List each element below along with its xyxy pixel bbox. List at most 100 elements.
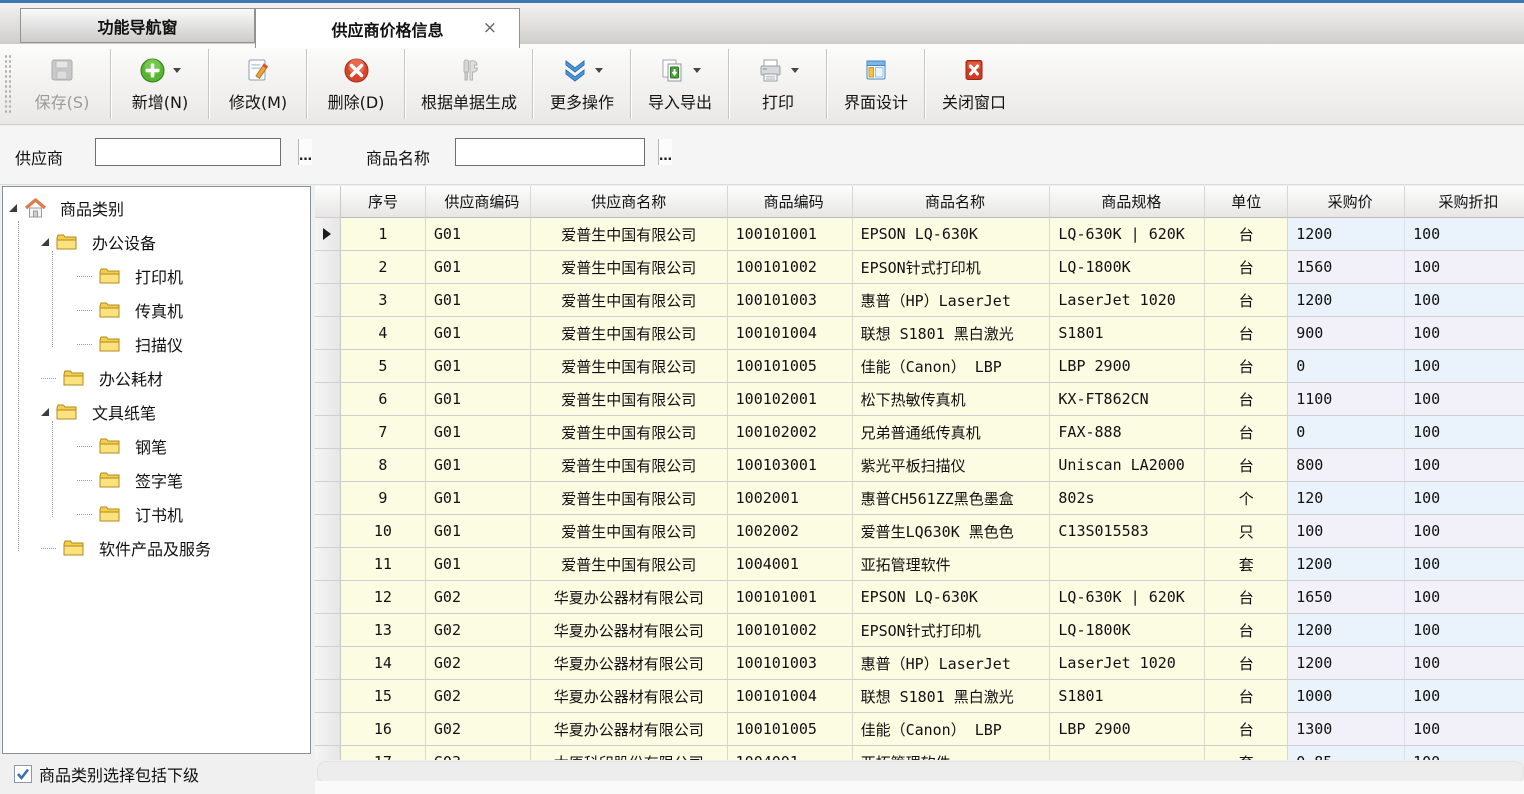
- cell-供应商名称[interactable]: 爱普生中国有限公司: [531, 482, 728, 515]
- tree-item-7[interactable]: 钢笔: [3, 429, 310, 463]
- add-dropdown-icon[interactable]: [173, 68, 181, 73]
- column-header-0[interactable]: 序号: [341, 186, 426, 218]
- print-button[interactable]: 打印: [732, 44, 824, 124]
- row-selector-cell[interactable]: [315, 713, 341, 746]
- table-row[interactable]: 9G01爱普生中国有限公司1002001惠普CH561ZZ黑色墨盒802s个12…: [315, 482, 1524, 515]
- table-row[interactable]: 1G01爱普生中国有限公司100101001EPSON LQ-630KLQ-63…: [315, 218, 1524, 251]
- column-header-2[interactable]: 供应商名称: [531, 186, 728, 218]
- cell-单位[interactable]: 台: [1205, 284, 1288, 317]
- cell-商品名称[interactable]: 佳能（Canon） LBP: [853, 350, 1051, 383]
- row-selector-cell[interactable]: [315, 581, 341, 614]
- cell-序号[interactable]: 7: [341, 416, 426, 449]
- cell-单位[interactable]: 台: [1205, 713, 1288, 746]
- cell-单位[interactable]: 个: [1205, 482, 1288, 515]
- horizontal-scrollbar[interactable]: [317, 761, 1524, 783]
- cell-采购价[interactable]: 1200: [1288, 647, 1405, 680]
- cell-采购价[interactable]: 1560: [1288, 251, 1405, 284]
- cell-商品编码[interactable]: 100103001: [728, 449, 853, 482]
- cell-采购价[interactable]: 800: [1288, 449, 1405, 482]
- table-row[interactable]: 8G01爱普生中国有限公司100103001紫光平板扫描仪Uniscan LA2…: [315, 449, 1524, 482]
- tab-close-icon[interactable]: ×: [483, 18, 497, 38]
- row-selector-cell[interactable]: [315, 647, 341, 680]
- cell-商品名称[interactable]: 松下热敏传真机: [853, 383, 1051, 416]
- cell-供应商编码[interactable]: G02: [426, 647, 531, 680]
- cell-供应商名称[interactable]: 爱普生中国有限公司: [531, 251, 728, 284]
- import-export-button[interactable]: 导入导出: [634, 44, 726, 124]
- cell-单位[interactable]: 套: [1205, 746, 1288, 760]
- cell-商品编码[interactable]: 1004001: [728, 548, 853, 581]
- table-row[interactable]: 11G01爱普生中国有限公司1004001亚拓管理软件套1200100: [315, 548, 1524, 581]
- cell-商品规格[interactable]: LQ-1800K: [1050, 614, 1205, 647]
- row-selector-cell[interactable]: [315, 251, 341, 284]
- import-export-dropdown-icon[interactable]: [693, 68, 701, 73]
- more-actions-dropdown-icon[interactable]: [595, 68, 603, 73]
- cell-供应商名称[interactable]: 爱普生中国有限公司: [531, 284, 728, 317]
- add-button[interactable]: 新增(N): [114, 44, 206, 124]
- cell-采购折扣[interactable]: 100: [1405, 746, 1524, 760]
- cell-采购价[interactable]: 1200: [1288, 614, 1405, 647]
- row-selector-cell[interactable]: [315, 515, 341, 548]
- row-selector-cell[interactable]: [315, 416, 341, 449]
- cell-采购价[interactable]: 100: [1288, 515, 1405, 548]
- table-row[interactable]: 13G02华夏办公器材有限公司100101002EPSON针式打印机LQ-180…: [315, 614, 1524, 647]
- cell-采购折扣[interactable]: 100: [1405, 680, 1524, 713]
- table-row[interactable]: 10G01爱普生中国有限公司1002002爱普生LQ630K 黑色色C13S01…: [315, 515, 1524, 548]
- cell-序号[interactable]: 9: [341, 482, 426, 515]
- cell-供应商名称[interactable]: 爱普生中国有限公司: [531, 383, 728, 416]
- cell-采购价[interactable]: 1200: [1288, 284, 1405, 317]
- generate-from-document-button[interactable]: 根据单据生成: [408, 44, 530, 124]
- cell-单位[interactable]: 台: [1205, 416, 1288, 449]
- cell-商品名称[interactable]: 佳能（Canon） LBP: [853, 713, 1051, 746]
- cell-序号[interactable]: 4: [341, 317, 426, 350]
- cell-采购折扣[interactable]: 100: [1405, 350, 1524, 383]
- cell-序号[interactable]: 10: [341, 515, 426, 548]
- cell-商品规格[interactable]: S1801: [1050, 680, 1205, 713]
- expander-icon[interactable]: [41, 408, 49, 416]
- cell-商品名称[interactable]: 联想 S1801 黑白激光: [853, 680, 1051, 713]
- cell-供应商名称[interactable]: 爱普生中国有限公司: [531, 416, 728, 449]
- cell-采购价[interactable]: 0: [1288, 416, 1405, 449]
- row-selector-cell[interactable]: [315, 614, 341, 647]
- cell-单位[interactable]: 套: [1205, 548, 1288, 581]
- cell-采购折扣[interactable]: 100: [1405, 515, 1524, 548]
- cell-供应商名称[interactable]: 爱普生中国有限公司: [531, 515, 728, 548]
- cell-供应商名称[interactable]: 华夏办公器材有限公司: [531, 581, 728, 614]
- cell-序号[interactable]: 3: [341, 284, 426, 317]
- cell-供应商名称[interactable]: 华夏办公器材有限公司: [531, 713, 728, 746]
- cell-商品名称[interactable]: 惠普（HP）LaserJet: [853, 284, 1051, 317]
- cell-采购价[interactable]: 1200: [1288, 548, 1405, 581]
- cell-供应商编码[interactable]: G01: [426, 218, 531, 251]
- cell-商品规格[interactable]: LBP 2900: [1050, 713, 1205, 746]
- cell-商品编码[interactable]: 1004001: [728, 746, 853, 760]
- active-row-indicator[interactable]: [315, 218, 341, 251]
- cell-采购折扣[interactable]: 100: [1405, 581, 1524, 614]
- tree-item-root[interactable]: 商品类别: [3, 191, 310, 225]
- column-header-3[interactable]: 商品编码: [728, 186, 853, 218]
- cell-采购折扣[interactable]: 100: [1405, 317, 1524, 350]
- cell-商品名称[interactable]: 爱普生LQ630K 黑色色: [853, 515, 1051, 548]
- cell-商品名称[interactable]: 联想 S1801 黑白激光: [853, 317, 1051, 350]
- cell-商品编码[interactable]: 100101002: [728, 614, 853, 647]
- cell-商品编码[interactable]: 100102001: [728, 383, 853, 416]
- cell-商品规格[interactable]: LQ-630K | 620K: [1050, 581, 1205, 614]
- tree-item-4[interactable]: 扫描仪: [3, 327, 310, 361]
- product-name-ellipsis-button[interactable]: …: [658, 139, 672, 165]
- include-children-checkbox[interactable]: [14, 765, 32, 783]
- column-header-6[interactable]: 单位: [1205, 186, 1288, 218]
- cell-商品名称[interactable]: 紫光平板扫描仪: [853, 449, 1051, 482]
- table-row[interactable]: 2G01爱普生中国有限公司100101002EPSON针式打印机LQ-1800K…: [315, 251, 1524, 284]
- table-row[interactable]: 5G01爱普生中国有限公司100101005佳能（Canon） LBPLBP 2…: [315, 350, 1524, 383]
- cell-供应商编码[interactable]: G02: [426, 614, 531, 647]
- table-row[interactable]: 6G01爱普生中国有限公司100102001松下热敏传真机KX-FT862CN台…: [315, 383, 1524, 416]
- cell-供应商编码[interactable]: G01: [426, 350, 531, 383]
- cell-商品编码[interactable]: 100101005: [728, 713, 853, 746]
- column-header-7[interactable]: 采购价: [1288, 186, 1405, 218]
- product-name-input[interactable]: [456, 139, 658, 165]
- row-selector-cell[interactable]: [315, 317, 341, 350]
- tree-item-10[interactable]: 软件产品及服务: [3, 531, 310, 565]
- cell-商品规格[interactable]: LQ-1800K: [1050, 251, 1205, 284]
- cell-商品编码[interactable]: 100101004: [728, 317, 853, 350]
- cell-供应商编码[interactable]: G01: [426, 284, 531, 317]
- cell-供应商名称[interactable]: 爱普生中国有限公司: [531, 218, 728, 251]
- cell-商品规格[interactable]: FAX-888: [1050, 416, 1205, 449]
